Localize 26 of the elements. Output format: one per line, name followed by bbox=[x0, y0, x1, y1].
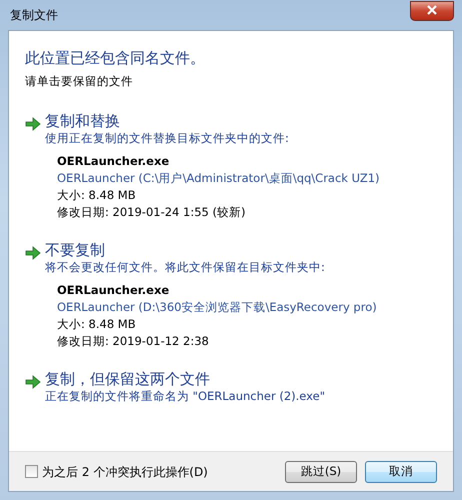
file-size: 大小: 8.48 MB bbox=[57, 316, 137, 333]
option-title[interactable]: 复制和替换 bbox=[45, 112, 380, 130]
checkbox[interactable] bbox=[25, 465, 38, 478]
instruction-text: 请单击要保留的文件 bbox=[25, 72, 134, 90]
file-date: 修改日期: 2019-01-12 2:38 bbox=[57, 332, 210, 350]
arrow-icon bbox=[25, 116, 41, 131]
file-name: OERLauncher.exe bbox=[57, 152, 170, 170]
close-button[interactable] bbox=[410, 1, 454, 21]
option-description: 将不会更改任何文件。将此文件保留在目标文件夹中: bbox=[45, 258, 326, 276]
dialog-button[interactable]: 跳过(S) bbox=[285, 460, 357, 482]
checkbox-label: 为之后 2 个冲突执行此操作(D) bbox=[42, 464, 208, 480]
dialog-button[interactable]: 取消 bbox=[365, 460, 437, 482]
file-path: OERLauncher (C:\用户\Administrator\桌面\qq\Crack UZ1) bbox=[57, 170, 380, 187]
arrow-icon bbox=[25, 246, 41, 260]
file-size: 大小: 8.48 MB bbox=[57, 186, 137, 204]
option-title[interactable]: 不要复制 bbox=[45, 240, 377, 259]
file-date: 修改日期: 2019-01-24 1:55 (较新) bbox=[57, 204, 246, 221]
option-title[interactable]: 复制，但保留这两个文件 bbox=[45, 370, 325, 388]
close-icon bbox=[427, 5, 437, 16]
file-name: OERLauncher.exe bbox=[57, 282, 170, 299]
arrow-icon bbox=[25, 374, 41, 389]
file-path: OERLauncher (D:\360安全浏览器下载\EasyRecovery pro) bbox=[57, 298, 377, 316]
option-description: 正在复制的文件将重命名为 "OERLauncher (2).exe" bbox=[45, 388, 325, 405]
window-title: 复制文件 bbox=[9, 7, 58, 24]
dialog-heading: 此位置已经包含同名文件。 bbox=[25, 48, 206, 69]
option-description: 使用正在复制的文件替换目标文件夹中的文件: bbox=[45, 130, 290, 147]
